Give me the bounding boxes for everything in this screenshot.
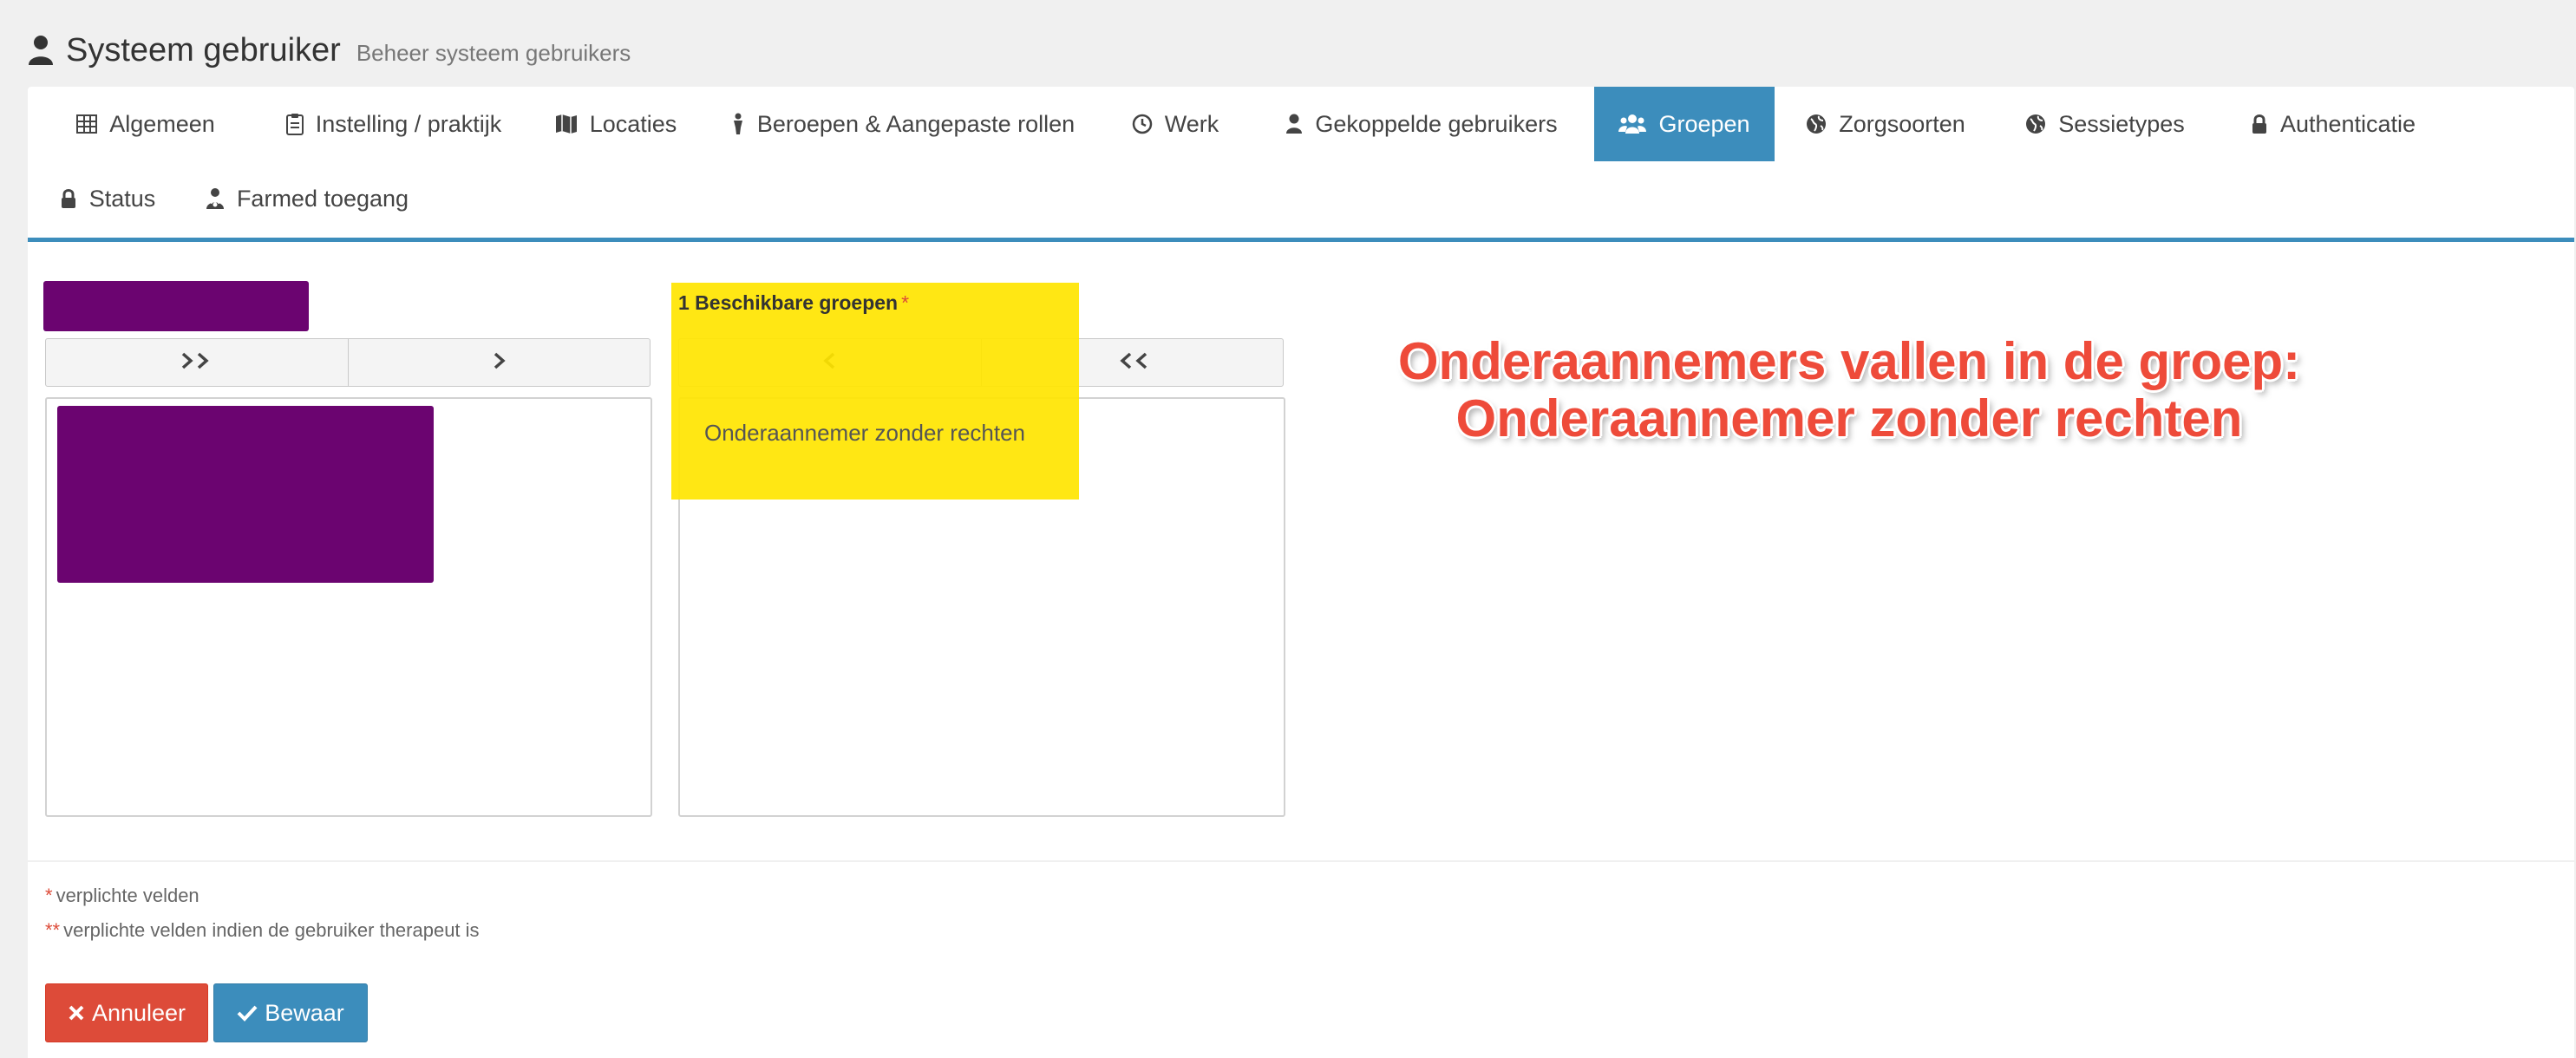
tab-label: Zorgsoorten [1839, 110, 1965, 137]
tab-label: Werk [1164, 110, 1219, 137]
tab-zorgsoorten[interactable]: Zorgsoorten [1775, 87, 1997, 161]
selected-groups-list[interactable] [45, 397, 652, 817]
lock-icon [60, 188, 77, 209]
tab-label: Status [88, 185, 156, 212]
tab-gekoppelde-gebruikers[interactable]: Gekoppelde gebruikers [1252, 87, 1591, 161]
redacted-selected-groups [57, 406, 434, 583]
list-item[interactable]: Onderaannemer zonder rechten [704, 420, 1025, 447]
check-icon [237, 1004, 258, 1022]
save-button[interactable]: Bewaar [213, 983, 368, 1042]
user-md-icon [206, 187, 225, 210]
content-box: Algemeen Instelling / praktijk Locaties … [28, 87, 2574, 1058]
tab-sessietypes[interactable]: Sessietypes [1997, 87, 2213, 161]
user-icon [1285, 114, 1303, 134]
tab-label: Gekoppelde gebruikers [1315, 110, 1558, 137]
tab-label: Groepen [1658, 110, 1750, 137]
available-groups-label: 1 Beschikbare groepen * [678, 291, 910, 314]
tab-groepen[interactable]: Groepen [1594, 87, 1775, 161]
tab-authenticatie[interactable]: Authenticatie [2213, 87, 2453, 161]
move-all-right-button[interactable] [46, 339, 349, 386]
user-icon [28, 35, 54, 66]
highlight-overlay [671, 283, 1079, 500]
tab-label: Authenticatie [2279, 110, 2416, 137]
tab-bar: Algemeen Instelling / praktijk Locaties … [28, 87, 2574, 242]
therapist-required-note: ** verplichte velden indien de gebruiker … [45, 919, 480, 941]
tab-instelling-praktijk[interactable]: Instelling / praktijk [264, 87, 524, 161]
tab-algemeen[interactable]: Algemeen [28, 87, 264, 161]
tab-label: Farmed toegang [236, 185, 409, 212]
clipboard-icon [285, 113, 304, 135]
globe-icon [2025, 114, 2046, 134]
table-icon [76, 114, 98, 134]
chevron-right-icon [492, 351, 506, 375]
tab-label: Beroepen & Aangepaste rollen [756, 110, 1076, 137]
person-icon [731, 113, 745, 135]
page-title: Systeem gebruiker [66, 31, 341, 69]
tab-label: Instelling / praktijk [315, 110, 502, 137]
move-right-button[interactable] [349, 339, 651, 386]
tab-werk[interactable]: Werk [1098, 87, 1252, 161]
tab-label: Algemeen [109, 110, 215, 137]
tab-label: Locaties [589, 110, 677, 137]
required-fields-note: * verplichte velden [45, 885, 199, 906]
selected-groups-buttons [45, 338, 651, 387]
page-header: Systeem gebruiker Beheer systeem gebruik… [28, 24, 631, 76]
page-subtitle: Beheer systeem gebruikers [356, 39, 631, 66]
cancel-button[interactable]: Annuleer [45, 983, 208, 1042]
users-icon [1618, 114, 1647, 134]
annotation-text: Onderaannemers vallen in de groep: Onder… [1397, 332, 2301, 447]
clock-icon [1132, 114, 1153, 134]
tab-farmed-toegang[interactable]: Farmed toegang [187, 161, 427, 236]
map-icon [555, 114, 578, 134]
lock-icon [2251, 114, 2268, 134]
close-icon [68, 1004, 85, 1022]
tab-locaties[interactable]: Locaties [524, 87, 708, 161]
tab-status[interactable]: Status [28, 161, 187, 236]
tab-beroepen[interactable]: Beroepen & Aangepaste rollen [708, 87, 1098, 161]
redacted-selected-label [43, 281, 309, 331]
tab-label: Sessietypes [2058, 110, 2185, 137]
double-chevron-right-icon [180, 351, 214, 375]
double-chevron-left-icon [1115, 351, 1149, 375]
divider [28, 860, 2574, 862]
globe-icon [1806, 114, 1827, 134]
